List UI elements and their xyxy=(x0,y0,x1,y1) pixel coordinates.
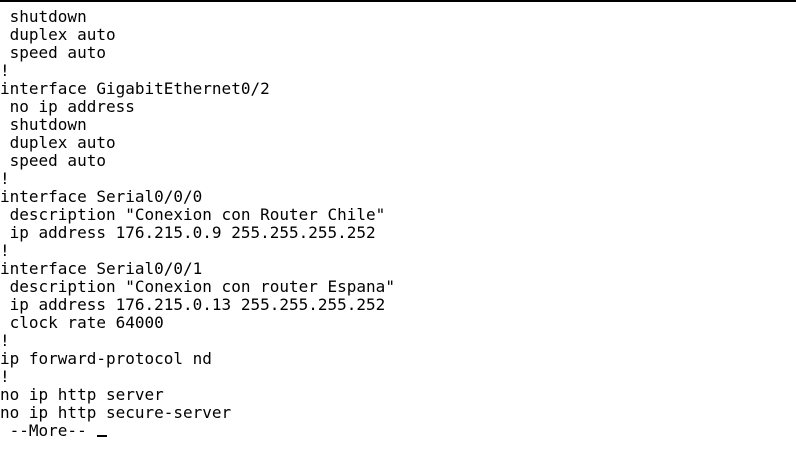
terminal-line: ! xyxy=(0,170,10,188)
terminal-line: speed auto xyxy=(0,152,106,170)
more-prompt[interactable]: --More-- xyxy=(0,422,96,440)
terminal-line: clock rate 64000 xyxy=(0,314,164,332)
terminal-line: speed auto xyxy=(0,44,106,62)
terminal-line: ! xyxy=(0,242,10,260)
terminal-line: description "Conexion con router Espana" xyxy=(0,278,395,296)
more-prompt-line: --More-- xyxy=(0,422,796,440)
terminal-line: ! xyxy=(0,62,10,80)
terminal-line: shutdown xyxy=(0,8,87,26)
terminal-line: duplex auto xyxy=(0,134,116,152)
terminal-line: ip forward-protocol nd xyxy=(0,350,212,368)
text-cursor xyxy=(97,435,108,437)
terminal-line: no ip address xyxy=(0,98,135,116)
terminal-line: ip address 176.215.0.13 255.255.255.252 xyxy=(0,296,386,314)
terminal-line: no ip http secure-server xyxy=(0,404,232,422)
terminal-line: no ip http server xyxy=(0,386,164,404)
terminal-line: interface Serial0/0/1 xyxy=(0,260,203,278)
terminal-output[interactable]: shutdown duplex auto speed auto ! interf… xyxy=(0,8,796,440)
terminal-line: ! xyxy=(0,332,10,350)
terminal-line: interface Serial0/0/0 xyxy=(0,188,203,206)
terminal-line: duplex auto xyxy=(0,26,116,44)
terminal-line: shutdown xyxy=(0,116,87,134)
terminal-line: ! xyxy=(0,368,10,386)
terminal-line: interface GigabitEthernet0/2 xyxy=(0,80,270,98)
terminal-line: ip address 176.215.0.9 255.255.255.252 xyxy=(0,224,376,242)
window-top-border xyxy=(0,0,796,2)
terminal-line: description "Conexion con Router Chile" xyxy=(0,206,386,224)
